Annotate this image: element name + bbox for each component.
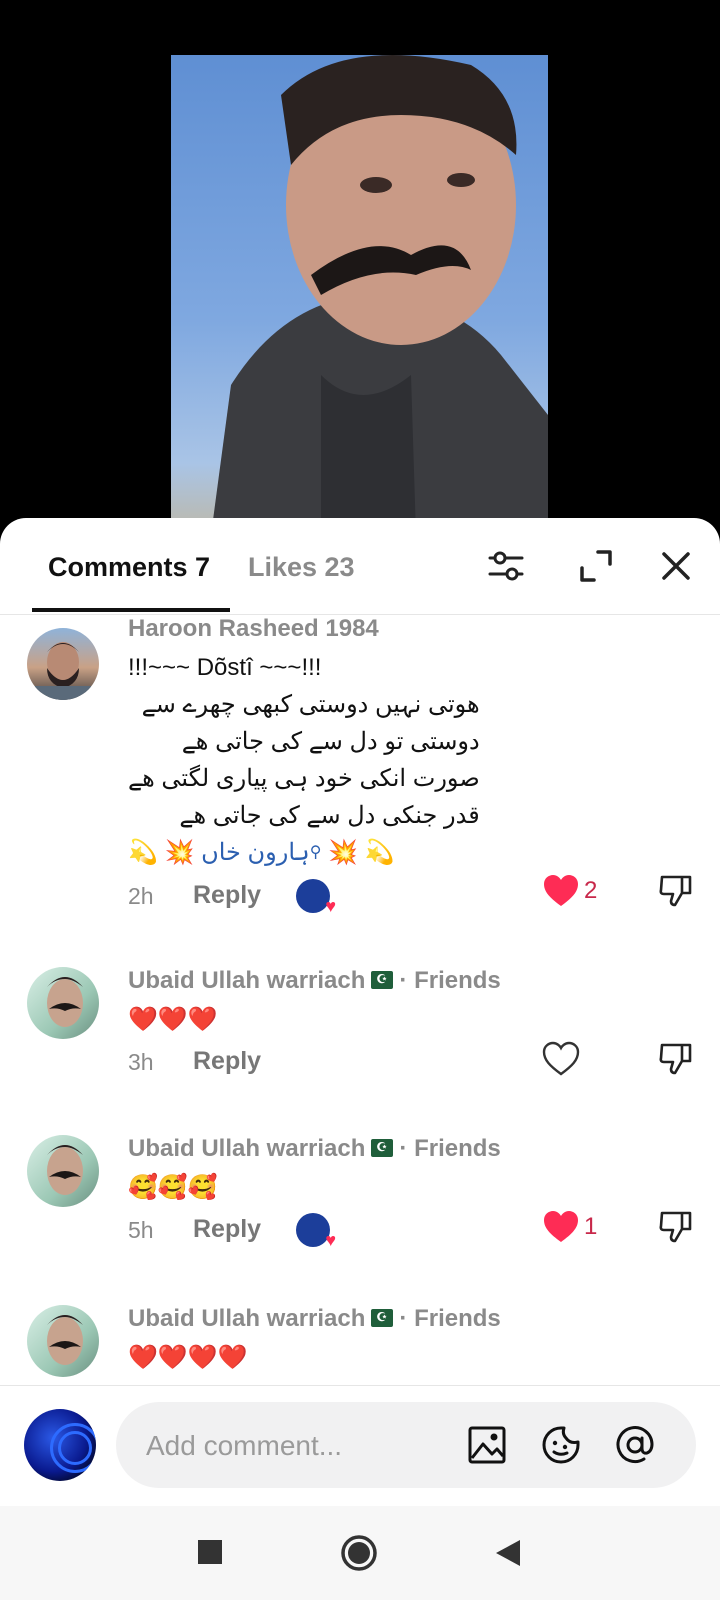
comment-item: Ubaid Ullah warriach · Friends ❤️❤️❤️❤️	[0, 1305, 720, 1385]
mention-link[interactable]: ہارون خاں	[201, 839, 310, 866]
like-heart-icon[interactable]	[542, 1209, 580, 1245]
comment-line-mention: 💫 💥 ہارون خاں⚲ 💥 💫	[128, 834, 480, 871]
comments-sheet: Comments 7 Likes 23 Haroon Rasheed 1984 …	[0, 518, 720, 1600]
close-icon[interactable]	[656, 546, 696, 586]
comment-text: ❤️❤️❤️	[128, 1006, 218, 1033]
comment-item: Haroon Rasheed 1984 !!!~~~ Dõstî ~~~!!! …	[0, 615, 720, 945]
reply-button[interactable]: Reply	[193, 881, 261, 910]
creator-liked-badge: ♥	[296, 1213, 336, 1250]
comment-author[interactable]: Ubaid Ullah warriach · Friends	[128, 1135, 501, 1163]
heart-icon: ♥	[325, 1230, 336, 1250]
dislike-icon[interactable]	[656, 871, 696, 909]
comment-input-bar	[0, 1386, 720, 1506]
comment-time: 3h	[128, 1049, 154, 1075]
sticker-icon[interactable]	[540, 1424, 582, 1466]
comment-line: !!!~~~ Dõstî ~~~!!!	[128, 654, 322, 681]
comment-author[interactable]: Ubaid Ullah warriach · Friends	[128, 1305, 501, 1333]
avatar[interactable]	[27, 1135, 99, 1207]
author-name: Ubaid Ullah warriach	[128, 1305, 366, 1332]
creator-liked-badge: ♥	[296, 879, 336, 916]
expand-icon[interactable]	[576, 546, 616, 586]
heart-icon: ♥	[325, 896, 336, 916]
comment-list[interactable]: Haroon Rasheed 1984 !!!~~~ Dõstî ~~~!!! …	[0, 615, 720, 1385]
author-name: Ubaid Ullah warriach	[128, 1135, 366, 1162]
avatar-image	[47, 977, 83, 1027]
system-nav-bar	[0, 1506, 720, 1600]
avatar-image	[47, 1315, 83, 1365]
recents-square-icon[interactable]	[196, 1538, 224, 1566]
like-count: 2	[584, 877, 598, 904]
my-avatar[interactable]	[24, 1409, 96, 1481]
comment-author[interactable]: Ubaid Ullah warriach · Friends	[128, 967, 501, 995]
comment-line: قدر جنکی دل سے کی جاتی ھے	[179, 802, 480, 829]
avatar-image	[35, 642, 91, 700]
comment-text: !!!~~~ Dõstî ~~~!!! ھوتی نہیں دوستی کبھی…	[128, 649, 480, 871]
reply-button[interactable]: Reply	[193, 1215, 261, 1244]
friends-label: · Friends	[399, 1305, 501, 1332]
comment-time: 2h	[128, 883, 154, 909]
avatar[interactable]	[27, 967, 99, 1039]
author-name: Ubaid Ullah warriach	[128, 967, 366, 994]
comment-line: دوستی تو دل سے کی جاتی ھے	[181, 728, 480, 755]
video-thumbnail	[211, 55, 548, 535]
video-area[interactable]	[0, 0, 720, 540]
comment-text: ❤️❤️❤️❤️	[128, 1344, 248, 1371]
friends-label: · Friends	[399, 1135, 501, 1162]
video-frame[interactable]	[171, 55, 548, 535]
comment-input-pill[interactable]	[116, 1402, 696, 1488]
avatar[interactable]	[27, 628, 99, 700]
active-tab-indicator	[32, 608, 230, 612]
comment-item: Ubaid Ullah warriach· Friends ❤️❤️❤️ 3h …	[0, 967, 720, 1117]
search-mini-icon: ⚲	[309, 844, 322, 861]
home-circle-icon[interactable]	[340, 1534, 378, 1572]
comment-line: صورت انکی خود ہی پیاری لگتی ھے	[128, 765, 480, 792]
dislike-icon[interactable]	[656, 1039, 696, 1077]
tab-bar: Comments 7 Likes 23	[0, 518, 720, 615]
tab-comments[interactable]: Comments 7	[48, 552, 210, 583]
filter-icon[interactable]	[486, 546, 526, 586]
avatar[interactable]	[27, 1305, 99, 1377]
comment-text: 🥰🥰🥰	[128, 1174, 218, 1201]
mention-icon[interactable]	[614, 1424, 656, 1466]
avatar-image	[47, 1145, 83, 1195]
add-comment-input[interactable]	[144, 1426, 448, 1466]
comment-item: Ubaid Ullah warriach · Friends 🥰🥰🥰 5h Rep…	[0, 1135, 720, 1285]
avatar-ring	[58, 1431, 92, 1465]
pakistan-flag-icon	[371, 970, 394, 989]
like-heart-outline-icon[interactable]	[542, 1041, 580, 1077]
friends-label: · Friends	[399, 967, 501, 994]
like-count: 1	[584, 1213, 598, 1240]
comment-line: ھوتی نہیں دوستی کبھی چھرے سے	[141, 691, 480, 718]
like-heart-icon[interactable]	[542, 873, 580, 909]
dislike-icon[interactable]	[656, 1207, 696, 1245]
sparkle-emoji: 💫 💥	[128, 839, 202, 866]
reply-button[interactable]: Reply	[193, 1047, 261, 1076]
comment-author[interactable]: Haroon Rasheed 1984	[128, 615, 379, 643]
comment-time: 5h	[128, 1217, 154, 1243]
image-icon[interactable]	[466, 1424, 508, 1466]
sparkle-emoji: 💥 💫	[321, 839, 395, 866]
tab-likes[interactable]: Likes 23	[248, 552, 355, 583]
pakistan-flag-icon	[371, 1138, 394, 1157]
back-triangle-icon[interactable]	[494, 1538, 522, 1568]
pakistan-flag-icon	[371, 1308, 394, 1327]
